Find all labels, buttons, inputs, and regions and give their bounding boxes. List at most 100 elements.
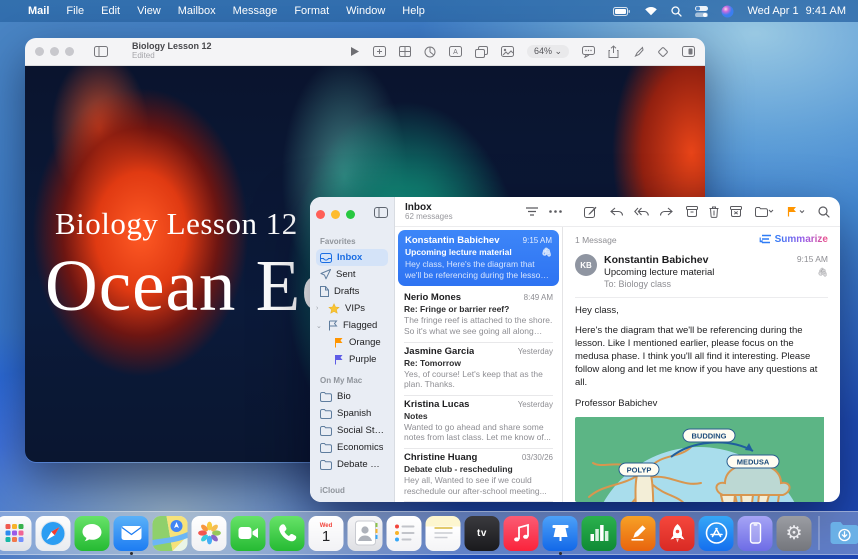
message-time: Yesterday [518, 347, 553, 356]
table-icon[interactable] [399, 46, 411, 57]
battery-icon[interactable] [613, 7, 631, 16]
close-button[interactable] [316, 210, 325, 219]
menu-clock[interactable]: Wed Apr 1 9:41 AM [747, 5, 846, 17]
dock-mail[interactable] [114, 516, 149, 551]
menu-message[interactable]: Message [233, 5, 278, 17]
chart-icon[interactable] [424, 46, 436, 58]
setup-icon[interactable] [682, 46, 695, 57]
more-icon[interactable] [549, 210, 562, 213]
dock-tv[interactable]: tv [465, 516, 500, 551]
flag-icon[interactable] [787, 206, 805, 217]
filter-icon[interactable] [526, 207, 538, 216]
search-icon[interactable] [818, 206, 830, 218]
media-icon[interactable] [501, 46, 514, 57]
message-row[interactable]: Jasmine GarciaYesterday Re: Tomorrow Yes… [395, 342, 562, 395]
dock-notes[interactable] [426, 516, 461, 551]
reply-all-icon[interactable] [634, 207, 649, 217]
archive-icon[interactable] [686, 206, 698, 217]
dock-facetime[interactable] [231, 516, 266, 551]
dock-photos[interactable] [192, 516, 227, 551]
compose-icon[interactable] [584, 206, 597, 218]
play-icon[interactable] [350, 46, 360, 57]
summarize-button[interactable]: Summarize [759, 234, 828, 245]
dock-launchpad[interactable] [0, 516, 32, 551]
menu-edit[interactable]: Edit [101, 5, 120, 17]
menu-window[interactable]: Window [346, 5, 385, 17]
budding-label: BUDDING [692, 432, 727, 441]
dock-safari[interactable] [36, 516, 71, 551]
dock-messages[interactable] [75, 516, 110, 551]
close-button[interactable] [35, 47, 44, 56]
siri-icon[interactable] [721, 5, 734, 18]
control-center-icon[interactable] [695, 6, 708, 17]
minimize-button[interactable] [331, 210, 340, 219]
chevron-right-icon[interactable]: › [316, 305, 323, 312]
dock-numbers[interactable] [582, 516, 617, 551]
search-icon[interactable] [671, 6, 682, 17]
menu-app[interactable]: Mail [28, 5, 49, 17]
text-icon[interactable]: A [449, 46, 462, 57]
dock-keynote[interactable] [543, 516, 578, 551]
shapes-icon[interactable] [475, 46, 488, 58]
menu-view[interactable]: View [137, 5, 161, 17]
reply-icon[interactable] [610, 207, 623, 217]
sidebar-icon[interactable] [94, 46, 108, 57]
sidebar-item-social-studies[interactable]: Social St… [316, 422, 388, 439]
chevron-down-icon[interactable]: ⌄ [316, 322, 323, 330]
message-row[interactable]: Konstantin Babichev9:15 AM Upcoming lect… [398, 230, 559, 286]
dock-contacts[interactable] [348, 516, 383, 551]
sidebar-item-drafts[interactable]: Drafts [316, 283, 388, 300]
menu-file[interactable]: File [66, 5, 84, 17]
sidebar-item-flagged[interactable]: ⌄ Flagged [316, 317, 388, 334]
dock-downloads[interactable] [827, 516, 858, 551]
zoom-button[interactable] [65, 47, 74, 56]
dock-reminders[interactable] [387, 516, 422, 551]
trash-icon[interactable] [709, 206, 719, 218]
sidebar-item-bio[interactable]: Bio [316, 388, 388, 405]
sidebar-item-debate-club[interactable]: Debate C… [316, 456, 388, 473]
message-subject: Notes [404, 411, 428, 421]
sidebar-item-vips[interactable]: › VIPs [316, 300, 388, 317]
zoom-button[interactable] [346, 210, 355, 219]
message-row[interactable]: Christine Huang03/30/26 Debate club - re… [395, 448, 562, 501]
sidebar-item-flag-purple[interactable]: Purple [316, 351, 388, 368]
mail-window[interactable]: Favorites Inbox Sent Drafts › VIPs ⌄ [310, 197, 840, 502]
animate-icon[interactable] [657, 46, 669, 58]
menu-mailbox[interactable]: Mailbox [178, 5, 216, 17]
dock-phone[interactable] [270, 516, 305, 551]
dock-iphone-mirroring[interactable] [738, 516, 773, 551]
comment-icon[interactable] [582, 46, 595, 58]
forward-icon[interactable] [660, 207, 673, 217]
sidebar-item-economics[interactable]: Economics [316, 439, 388, 456]
sidebar-label: Orange [349, 337, 381, 348]
dock-maps[interactable] [153, 516, 188, 551]
dock-rocket-app[interactable] [660, 516, 695, 551]
menu-format[interactable]: Format [294, 5, 329, 17]
message-row[interactable]: Darla Davidson03/30/26 Tomorrow's class … [395, 501, 562, 502]
format-icon[interactable] [632, 46, 644, 58]
keynote-traffic-lights[interactable] [35, 47, 74, 56]
message-row[interactable]: Nerio Mones8:49 AM Re: Fringe or barrier… [395, 288, 562, 341]
sidebar-toggle-icon[interactable] [374, 205, 388, 223]
sidebar-item-sent[interactable]: Sent [316, 266, 388, 283]
dock-pages[interactable] [621, 516, 656, 551]
zoom-select[interactable]: 64% ⌄ [527, 45, 569, 58]
menu-help[interactable]: Help [402, 5, 425, 17]
sidebar-item-inbox[interactable]: Inbox [316, 249, 388, 266]
share-icon[interactable] [608, 45, 619, 58]
dock-app-store[interactable] [699, 516, 734, 551]
dock-music[interactable] [504, 516, 539, 551]
minimize-button[interactable] [50, 47, 59, 56]
sidebar-item-flag-orange[interactable]: Orange [316, 334, 388, 351]
sidebar-item-spanish[interactable]: Spanish [316, 405, 388, 422]
wifi-icon[interactable] [644, 6, 658, 16]
dock-settings[interactable]: ⚙ [777, 516, 812, 551]
add-slide-icon[interactable] [373, 46, 386, 57]
junk-icon[interactable] [730, 206, 742, 217]
folder-move-icon[interactable] [755, 207, 774, 217]
message-row[interactable]: Kristina LucasYesterday Notes Wanted to … [395, 395, 562, 448]
sidebar-label: VIPs [345, 303, 365, 314]
mail-traffic-lights[interactable] [316, 210, 355, 219]
dock-calendar[interactable]: Wed1 [309, 516, 344, 551]
jellyfish-lifecycle-diagram[interactable]: POLYP BUDDING MEDUSA [575, 417, 828, 502]
